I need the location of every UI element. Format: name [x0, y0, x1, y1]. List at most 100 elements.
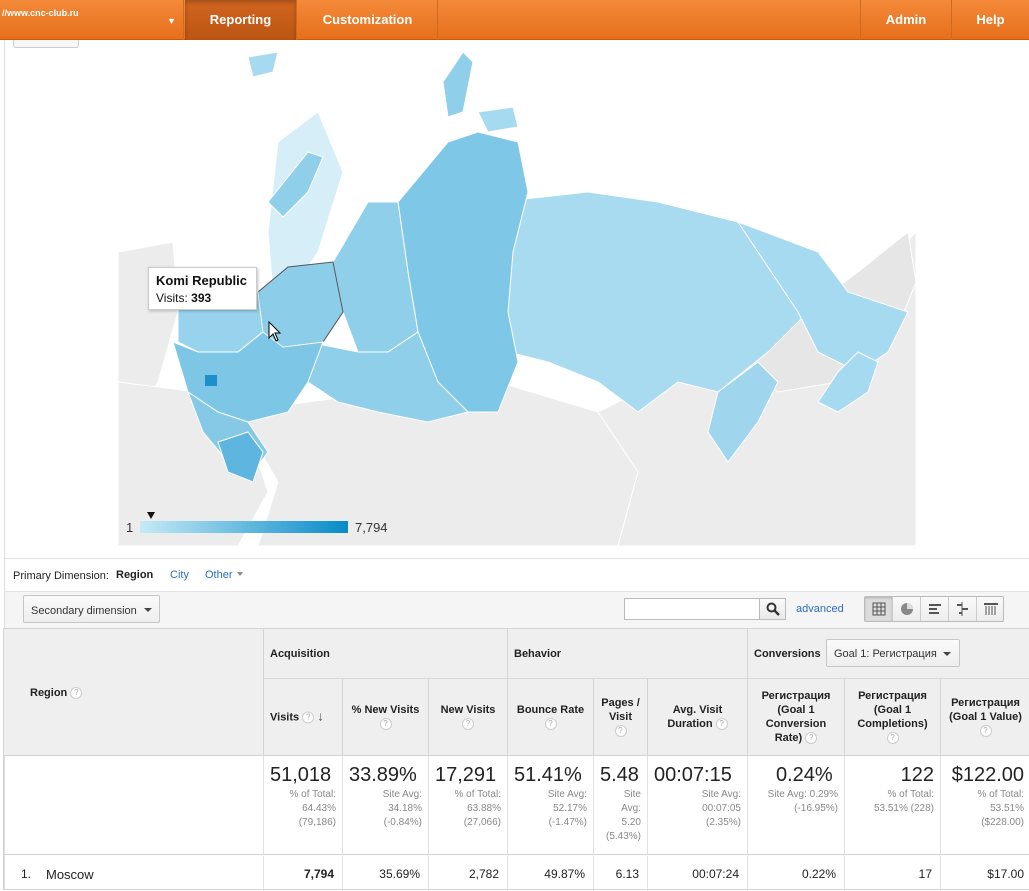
nav-reporting[interactable]: Reporting: [185, 0, 297, 40]
totals-pages-visit-l4: (5.43%): [605, 831, 641, 842]
totals-bounce-rate-value: 51.41%: [514, 764, 582, 786]
primary-dimension-bar: Primary Dimension: Region City Other: [5, 558, 1029, 592]
table-row[interactable]: 1. Moscow 7,794 35.69% 2,782 49.87% 6.13…: [4, 856, 1029, 891]
row-pages-visit: 6.13: [594, 856, 648, 891]
column-new-visits[interactable]: New Visits?: [429, 679, 508, 755]
column-bounce-rate[interactable]: Bounce Rate?: [508, 679, 594, 755]
sort-descending-icon[interactable]: ↓: [317, 709, 324, 724]
new-visits-header-label: New Visits: [440, 704, 496, 716]
account-selector[interactable]: //www.cnc-club.ru ▼: [0, 0, 184, 40]
totals-bounce-rate-l3: (-1.47%): [548, 817, 587, 828]
row-region-link[interactable]: Moscow: [46, 867, 94, 882]
totals-avg-visit-duration-l3: (2.35%): [705, 817, 741, 828]
pct-new-visits-header-label: % New Visits: [351, 704, 420, 716]
advanced-filter-link[interactable]: advanced: [796, 603, 844, 615]
pie-chart-icon: [901, 603, 913, 615]
totals-region-cell: [4, 756, 264, 855]
help-icon[interactable]: ?: [462, 718, 474, 731]
tooltip-metric-label: Visits:: [156, 291, 188, 305]
dimension-region[interactable]: Region: [116, 569, 153, 581]
totals-pct-new-visits-value: 33.89%: [349, 764, 417, 786]
search-button[interactable]: [759, 598, 786, 620]
comparison-view-button[interactable]: [949, 597, 977, 621]
column-goal-completions[interactable]: Регистрация (Goal 1 Completions)?: [845, 679, 941, 755]
tooltip-title: Komi Republic: [156, 273, 248, 288]
row-new-visits: 2,782: [429, 856, 508, 891]
nav-customization[interactable]: Customization: [298, 0, 438, 40]
bar-chart-icon: [929, 604, 941, 614]
dimension-city[interactable]: City: [170, 569, 189, 581]
totals-visits-l2: 64.43%: [302, 803, 336, 814]
secondary-dimension-dropdown[interactable]: Secondary dimension: [23, 595, 160, 623]
row-goal-conv-rate: 0.22%: [748, 856, 845, 891]
help-icon[interactable]: ?: [979, 725, 992, 738]
collapsed-control[interactable]: [13, 40, 79, 48]
help-icon[interactable]: ?: [70, 687, 83, 700]
totals-pct-new-visits-l2: 34.18%: [388, 803, 422, 814]
help-icon[interactable]: ?: [544, 718, 557, 731]
tooltip-metric: Visits: 393: [156, 291, 249, 305]
totals-avg-visit-duration: 00:07:15 Site Avg: 00:07:05 (2.35%): [648, 756, 748, 855]
totals-new-visits-l1: % of Total:: [454, 789, 501, 800]
totals-goal-conv-rate-value: 0.24%: [776, 764, 833, 786]
totals-new-visits-l3: (27,066): [463, 817, 501, 828]
totals-goal-conv-rate-l1: Site Avg: 0.29%: [767, 789, 838, 800]
primary-dimension-label: Primary Dimension:: [13, 570, 109, 582]
goal-completions-header-label: Регистрация (Goal 1 Completions): [857, 690, 928, 730]
goal-value-header-label: Регистрация (Goal 1 Value): [949, 697, 1022, 723]
totals-goal-value-value: $122.00: [951, 764, 1024, 786]
table-search-input[interactable]: [624, 598, 760, 620]
group-behavior: Behavior: [508, 629, 748, 679]
totals-goal-conv-rate: 0.24% Site Avg: 0.29% (-16.95%): [748, 756, 845, 855]
totals-goal-value-l3: ($228.00): [981, 817, 1024, 828]
help-icon[interactable]: ?: [886, 732, 899, 745]
row-avg-visit-duration: 00:07:24: [648, 856, 748, 891]
totals-new-visits: 17,291 % of Total: 63.88% (27,066): [429, 756, 508, 855]
avg-visit-duration-header-label: Avg. Visit Duration: [667, 704, 723, 730]
goal-conv-rate-header-label: Регистрация (Goal 1 Conversion Rate): [761, 690, 831, 744]
region-column-header[interactable]: Region ?: [4, 629, 264, 755]
nav-admin[interactable]: Admin: [860, 0, 952, 40]
help-icon[interactable]: ?: [379, 718, 392, 731]
data-table: Region ? Acquisition Behavior Conversion…: [3, 628, 1029, 891]
row-bounce-rate: 49.87%: [508, 856, 594, 891]
totals-visits-l3: (79,186): [298, 817, 336, 828]
totals-pages-visit-l1: Site: [623, 789, 641, 800]
table-toolbar: Secondary dimension advanced: [5, 592, 1029, 628]
help-icon[interactable]: ?: [805, 732, 818, 745]
totals-pages-visit-l2: Avg:: [621, 803, 641, 814]
pie-view-button[interactable]: [893, 597, 921, 621]
region-header-label: Region: [30, 687, 68, 699]
column-goal-value[interactable]: Регистрация (Goal 1 Value) ?: [941, 679, 1029, 755]
chevron-down-icon: [943, 652, 951, 656]
nav-help[interactable]: Help: [952, 0, 1029, 40]
table-view-button[interactable]: [865, 597, 893, 621]
help-icon[interactable]: ?: [302, 711, 315, 724]
performance-view-button[interactable]: [921, 597, 949, 621]
totals-bounce-rate: 51.41% Site Avg: 52.17% (-1.47%): [508, 756, 594, 855]
help-icon[interactable]: ?: [614, 725, 627, 738]
pivot-icon: [984, 603, 998, 615]
pivot-view-button[interactable]: [977, 597, 1005, 621]
chevron-down-icon: ▼: [167, 16, 176, 26]
help-icon[interactable]: ?: [715, 718, 728, 731]
totals-pages-visit: 5.48 Site Avg: 5.20 (5.43%): [594, 756, 648, 855]
totals-avg-visit-duration-l2: 00:07:05: [702, 803, 741, 814]
column-avg-visit-duration[interactable]: Avg. Visit Duration ?: [648, 679, 748, 755]
column-visits[interactable]: Visits ? ↓: [264, 679, 343, 755]
totals-goal-completions: 122 % of Total: 53.51% (228): [845, 756, 941, 855]
tooltip-metric-value: 393: [191, 291, 212, 305]
column-pages-visit[interactable]: Pages / Visit?: [594, 679, 648, 755]
column-pct-new-visits[interactable]: % New Visits?: [343, 679, 429, 755]
goal-selector-label: Goal 1: Регистрация: [834, 648, 937, 660]
goal-selector-dropdown[interactable]: Goal 1: Регистрация: [826, 639, 960, 667]
totals-bounce-rate-l2: 52.17%: [553, 803, 587, 814]
dimension-other[interactable]: Other: [205, 569, 233, 581]
column-goal-conversion-rate[interactable]: Регистрация (Goal 1 Conversion Rate) ?: [748, 679, 845, 755]
legend-color-scale: [140, 521, 348, 533]
totals-goal-value-l2: 53.51%: [990, 803, 1024, 814]
row-goal-value: $17.00: [987, 867, 1024, 881]
totals-new-visits-l2: 63.88%: [467, 803, 501, 814]
secondary-dimension-label: Secondary dimension: [31, 605, 137, 617]
totals-pct-new-visits: 33.89% Site Avg: 34.18% (-0.84%): [343, 756, 429, 855]
